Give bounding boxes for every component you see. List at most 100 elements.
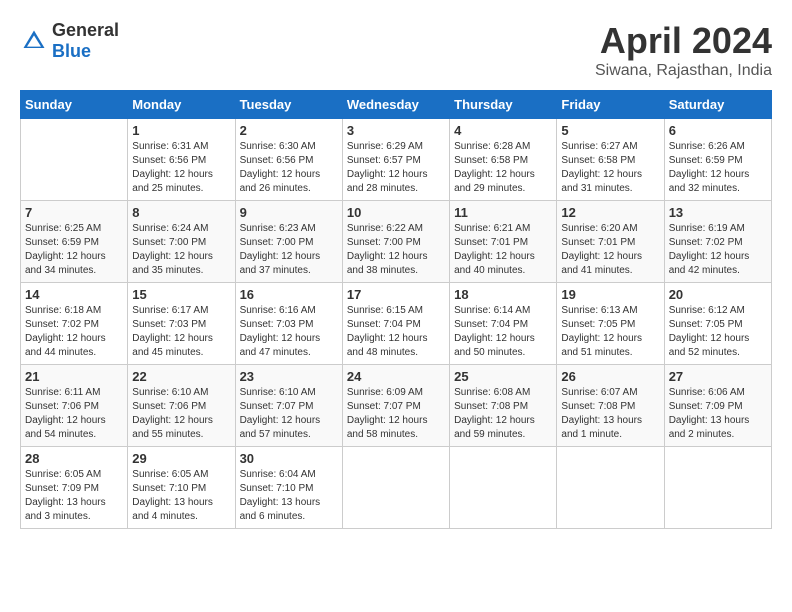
- day-info: Sunrise: 6:28 AMSunset: 6:58 PMDaylight:…: [454, 140, 552, 196]
- day-info: Sunrise: 6:21 AMSunset: 7:01 PMDaylight:…: [454, 222, 552, 278]
- calendar-cell: 27 Sunrise: 6:06 AMSunset: 7:09 PMDayligh…: [664, 365, 771, 447]
- day-number: 26: [561, 369, 659, 384]
- day-info: Sunrise: 6:23 AMSunset: 7:00 PMDaylight:…: [240, 222, 338, 278]
- day-info: Sunrise: 6:25 AMSunset: 6:59 PMDaylight:…: [25, 222, 123, 278]
- calendar-cell: 15 Sunrise: 6:17 AMSunset: 7:03 PMDayligh…: [128, 283, 235, 365]
- day-number: 28: [25, 451, 123, 466]
- calendar-cell: 6 Sunrise: 6:26 AMSunset: 6:59 PMDaylight…: [664, 119, 771, 201]
- day-number: 13: [669, 205, 767, 220]
- day-info: Sunrise: 6:16 AMSunset: 7:03 PMDaylight:…: [240, 304, 338, 360]
- month-title: April 2024: [595, 20, 772, 62]
- calendar-cell: 26Sunrise: 6:07 AMSunset: 7:08 PMDayligh…: [557, 365, 664, 447]
- day-info: Sunrise: 6:05 AMSunset: 7:09 PMDaylight:…: [25, 468, 123, 524]
- calendar-cell: 22 Sunrise: 6:10 AMSunset: 7:06 PMDayligh…: [128, 365, 235, 447]
- day-number: 1: [132, 123, 230, 138]
- day-info: Sunrise: 6:20 AMSunset: 7:01 PMDaylight:…: [561, 222, 659, 278]
- calendar-cell: 3Sunrise: 6:29 AMSunset: 6:57 PMDaylight…: [342, 119, 449, 201]
- day-number: 16: [240, 287, 338, 302]
- calendar-cell: [450, 447, 557, 529]
- day-number: 18: [454, 287, 552, 302]
- header: General Blue April 2024 Siwana, Rajastha…: [20, 20, 772, 80]
- column-header-saturday: Saturday: [664, 91, 771, 119]
- calendar-body: 1 Sunrise: 6:31 AMSunset: 6:56 PMDaylight…: [21, 119, 772, 529]
- day-info: Sunrise: 6:10 AMSunset: 7:06 PMDaylight:…: [132, 386, 230, 442]
- calendar-cell: [664, 447, 771, 529]
- day-info: Sunrise: 6:22 AMSunset: 7:00 PMDaylight:…: [347, 222, 445, 278]
- day-number: 25: [454, 369, 552, 384]
- day-info: Sunrise: 6:09 AMSunset: 7:07 PMDaylight:…: [347, 386, 445, 442]
- day-number: 23: [240, 369, 338, 384]
- calendar-cell: 16 Sunrise: 6:16 AMSunset: 7:03 PMDayligh…: [235, 283, 342, 365]
- logo: General Blue: [20, 20, 119, 62]
- calendar-cell: [342, 447, 449, 529]
- calendar-week-5: 28 Sunrise: 6:05 AMSunset: 7:09 PMDayligh…: [21, 447, 772, 529]
- calendar-cell: 9Sunrise: 6:23 AMSunset: 7:00 PMDaylight…: [235, 201, 342, 283]
- calendar-cell: 12 Sunrise: 6:20 AMSunset: 7:01 PMDayligh…: [557, 201, 664, 283]
- day-info: Sunrise: 6:24 AMSunset: 7:00 PMDaylight:…: [132, 222, 230, 278]
- day-info: Sunrise: 6:19 AMSunset: 7:02 PMDaylight:…: [669, 222, 767, 278]
- calendar-cell: 28 Sunrise: 6:05 AMSunset: 7:09 PMDayligh…: [21, 447, 128, 529]
- calendar-cell: [557, 447, 664, 529]
- calendar-cell: 8 Sunrise: 6:24 AMSunset: 7:00 PMDaylight…: [128, 201, 235, 283]
- day-number: 20: [669, 287, 767, 302]
- calendar-week-3: 14 Sunrise: 6:18 AMSunset: 7:02 PMDayligh…: [21, 283, 772, 365]
- calendar-cell: 24Sunrise: 6:09 AMSunset: 7:07 PMDayligh…: [342, 365, 449, 447]
- calendar-week-1: 1 Sunrise: 6:31 AMSunset: 6:56 PMDaylight…: [21, 119, 772, 201]
- day-number: 2: [240, 123, 338, 138]
- day-info: Sunrise: 6:04 AMSunset: 7:10 PMDaylight:…: [240, 468, 338, 524]
- day-number: 3: [347, 123, 445, 138]
- calendar-table: SundayMondayTuesdayWednesdayThursdayFrid…: [20, 90, 772, 529]
- calendar-cell: 14 Sunrise: 6:18 AMSunset: 7:02 PMDayligh…: [21, 283, 128, 365]
- day-number: 6: [669, 123, 767, 138]
- day-number: 14: [25, 287, 123, 302]
- calendar-cell: 21Sunrise: 6:11 AMSunset: 7:06 PMDayligh…: [21, 365, 128, 447]
- day-info: Sunrise: 6:30 AMSunset: 6:56 PMDaylight:…: [240, 140, 338, 196]
- day-info: Sunrise: 6:31 AMSunset: 6:56 PMDaylight:…: [132, 140, 230, 196]
- day-number: 29: [132, 451, 230, 466]
- logo-general: General: [52, 20, 119, 40]
- day-number: 30: [240, 451, 338, 466]
- column-header-wednesday: Wednesday: [342, 91, 449, 119]
- calendar-cell: 17 Sunrise: 6:15 AMSunset: 7:04 PMDayligh…: [342, 283, 449, 365]
- day-number: 19: [561, 287, 659, 302]
- day-info: Sunrise: 6:18 AMSunset: 7:02 PMDaylight:…: [25, 304, 123, 360]
- title-section: April 2024 Siwana, Rajasthan, India: [595, 20, 772, 80]
- day-info: Sunrise: 6:11 AMSunset: 7:06 PMDaylight:…: [25, 386, 123, 442]
- day-number: 10: [347, 205, 445, 220]
- logo-blue: Blue: [52, 41, 91, 61]
- day-number: 4: [454, 123, 552, 138]
- calendar-cell: 19Sunrise: 6:13 AMSunset: 7:05 PMDayligh…: [557, 283, 664, 365]
- column-header-monday: Monday: [128, 91, 235, 119]
- day-number: 8: [132, 205, 230, 220]
- day-info: Sunrise: 6:26 AMSunset: 6:59 PMDaylight:…: [669, 140, 767, 196]
- day-info: Sunrise: 6:15 AMSunset: 7:04 PMDaylight:…: [347, 304, 445, 360]
- day-info: Sunrise: 6:17 AMSunset: 7:03 PMDaylight:…: [132, 304, 230, 360]
- calendar-cell: 10 Sunrise: 6:22 AMSunset: 7:00 PMDayligh…: [342, 201, 449, 283]
- day-number: 5: [561, 123, 659, 138]
- day-info: Sunrise: 6:10 AMSunset: 7:07 PMDaylight:…: [240, 386, 338, 442]
- column-header-thursday: Thursday: [450, 91, 557, 119]
- calendar-week-2: 7Sunrise: 6:25 AMSunset: 6:59 PMDaylight…: [21, 201, 772, 283]
- day-number: 12: [561, 205, 659, 220]
- day-info: Sunrise: 6:05 AMSunset: 7:10 PMDaylight:…: [132, 468, 230, 524]
- day-info: Sunrise: 6:06 AMSunset: 7:09 PMDaylight:…: [669, 386, 767, 442]
- column-header-tuesday: Tuesday: [235, 91, 342, 119]
- day-number: 15: [132, 287, 230, 302]
- calendar-cell: 20Sunrise: 6:12 AMSunset: 7:05 PMDayligh…: [664, 283, 771, 365]
- logo-icon: [20, 27, 48, 55]
- calendar-cell: 2 Sunrise: 6:30 AMSunset: 6:56 PMDaylight…: [235, 119, 342, 201]
- calendar-cell: 25Sunrise: 6:08 AMSunset: 7:08 PMDayligh…: [450, 365, 557, 447]
- calendar-cell: 4 Sunrise: 6:28 AMSunset: 6:58 PMDaylight…: [450, 119, 557, 201]
- day-number: 27: [669, 369, 767, 384]
- location-title: Siwana, Rajasthan, India: [595, 62, 772, 80]
- calendar-cell: 7Sunrise: 6:25 AMSunset: 6:59 PMDaylight…: [21, 201, 128, 283]
- day-info: Sunrise: 6:14 AMSunset: 7:04 PMDaylight:…: [454, 304, 552, 360]
- day-number: 22: [132, 369, 230, 384]
- calendar-cell: 11Sunrise: 6:21 AMSunset: 7:01 PMDayligh…: [450, 201, 557, 283]
- day-number: 17: [347, 287, 445, 302]
- calendar-cell: 23 Sunrise: 6:10 AMSunset: 7:07 PMDayligh…: [235, 365, 342, 447]
- calendar-cell: 1 Sunrise: 6:31 AMSunset: 6:56 PMDaylight…: [128, 119, 235, 201]
- logo-text: General Blue: [52, 20, 119, 62]
- calendar-cell: 5Sunrise: 6:27 AMSunset: 6:58 PMDaylight…: [557, 119, 664, 201]
- calendar-cell: [21, 119, 128, 201]
